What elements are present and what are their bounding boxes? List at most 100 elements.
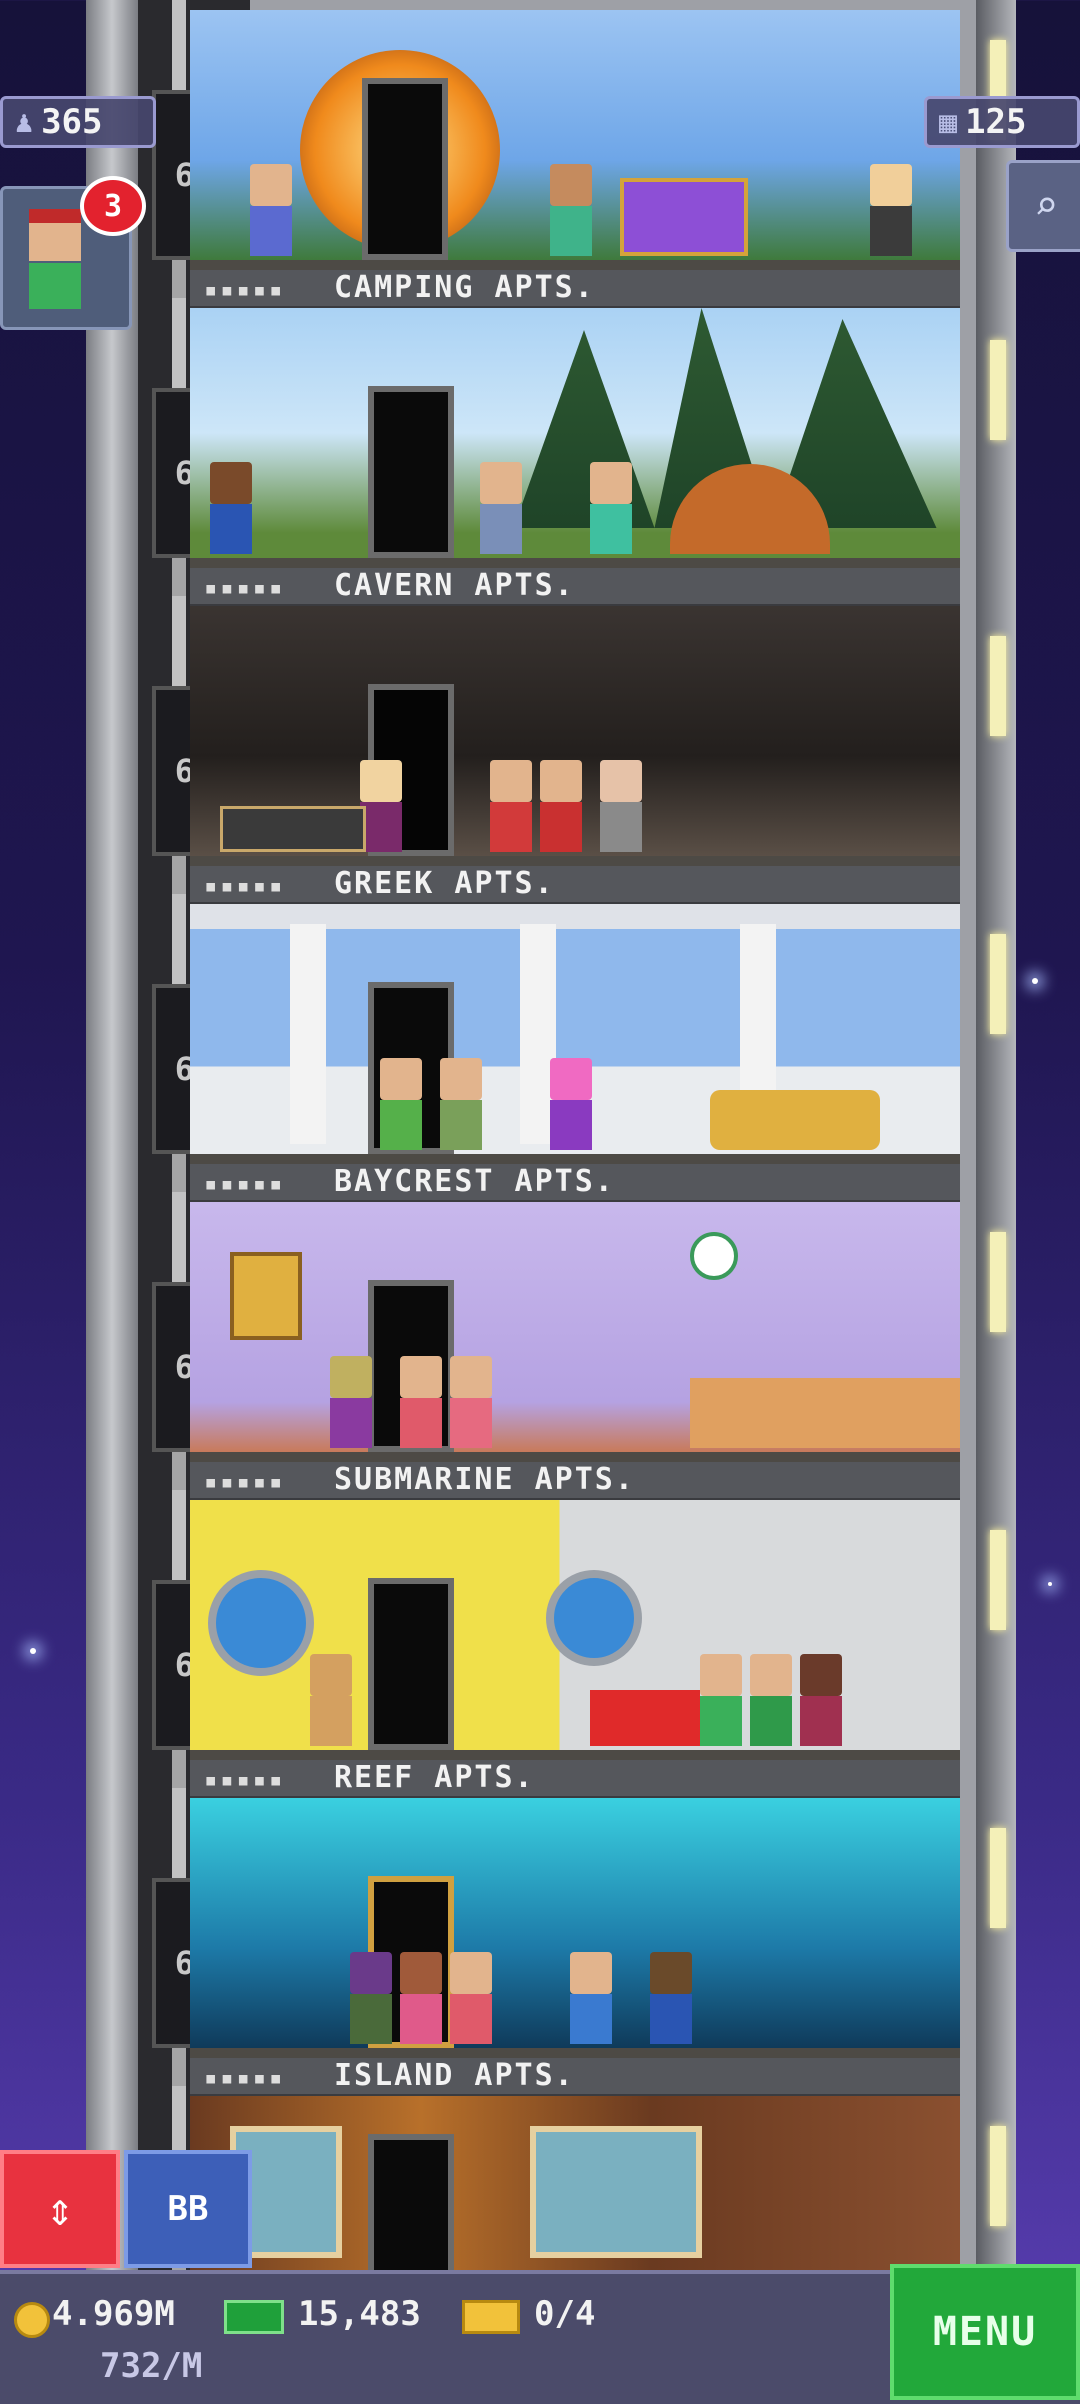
resident[interactable] bbox=[450, 1356, 492, 1448]
floor-name-label: ▪▪▪▪▪ CAMPING APTS. bbox=[190, 270, 960, 309]
star bbox=[1032, 978, 1038, 984]
tower-left-wall bbox=[86, 0, 138, 2270]
bb-button[interactable]: BB bbox=[124, 2150, 252, 2268]
resident[interactable] bbox=[250, 164, 292, 256]
star-rating: ▪▪▪▪▪ bbox=[204, 576, 286, 601]
floor-room[interactable] bbox=[190, 904, 960, 1164]
floor-counter[interactable]: ▦ 125 bbox=[924, 96, 1080, 148]
notification-badge: 3 bbox=[80, 176, 146, 236]
resident[interactable] bbox=[650, 1952, 692, 2044]
resident[interactable] bbox=[350, 1952, 392, 2044]
resident[interactable] bbox=[450, 1952, 492, 2044]
resident[interactable] bbox=[400, 1356, 442, 1448]
resident[interactable] bbox=[870, 164, 912, 256]
resident[interactable] bbox=[590, 462, 632, 554]
elevator-button[interactable]: ⇕ bbox=[0, 2150, 120, 2268]
window bbox=[530, 2126, 702, 2258]
resident[interactable] bbox=[570, 1952, 612, 2044]
floor-room[interactable] bbox=[190, 1202, 960, 1462]
floor-name-label: ▪▪▪▪▪ BAYCREST APTS. bbox=[190, 1164, 960, 1203]
table bbox=[220, 806, 366, 852]
resident[interactable] bbox=[750, 1654, 792, 1746]
bux-icon bbox=[224, 2300, 284, 2334]
floor-63[interactable]: ▪▪▪▪▪ SUBMARINE APTS. bbox=[190, 1462, 960, 1760]
apartment-door[interactable] bbox=[368, 386, 454, 558]
floor-room[interactable] bbox=[190, 308, 960, 568]
porthole bbox=[546, 1570, 642, 1666]
resident[interactable] bbox=[540, 760, 582, 852]
resident[interactable] bbox=[700, 1654, 742, 1746]
floor-room[interactable] bbox=[190, 606, 960, 866]
porthole bbox=[208, 1570, 314, 1676]
resident[interactable] bbox=[360, 760, 402, 852]
tower-window bbox=[990, 1530, 1006, 1630]
coins-value: 4.969M bbox=[52, 2294, 175, 2334]
ticket-icon bbox=[462, 2300, 520, 2334]
floor-name-label: ▪▪▪▪▪ REEF APTS. bbox=[190, 1760, 960, 1799]
person-icon: ♟ bbox=[15, 104, 34, 140]
apartment-door[interactable] bbox=[362, 78, 448, 260]
resident[interactable] bbox=[310, 1654, 352, 1746]
resident[interactable] bbox=[800, 1654, 842, 1746]
star-rating: ▪▪▪▪▪ bbox=[204, 1768, 286, 1793]
tickets-value: 0/4 bbox=[534, 2294, 596, 2334]
resident[interactable] bbox=[210, 462, 252, 554]
up-down-arrows-icon: ⇕ bbox=[46, 2182, 74, 2236]
star-rating: ▪▪▪▪▪ bbox=[204, 874, 286, 899]
menu-button[interactable]: MENU bbox=[890, 2264, 1080, 2400]
floor-room[interactable] bbox=[190, 10, 960, 270]
visitor-body bbox=[29, 263, 81, 309]
tower-window bbox=[990, 636, 1006, 736]
floor-68[interactable] bbox=[190, 0, 960, 270]
wall-painting bbox=[230, 1252, 302, 1340]
floor-65[interactable]: ▪▪▪▪▪ GREEK APTS. bbox=[190, 866, 960, 1164]
column bbox=[290, 924, 326, 1144]
visitor-avatar bbox=[29, 209, 81, 261]
star-rating: ▪▪▪▪▪ bbox=[204, 278, 286, 303]
floors-value: 125 bbox=[965, 102, 1027, 142]
star bbox=[30, 1648, 36, 1654]
tower-window bbox=[990, 1828, 1006, 1928]
apartment-door[interactable] bbox=[368, 1578, 454, 1750]
resident[interactable] bbox=[550, 164, 592, 256]
search-button[interactable]: ⌕ bbox=[1006, 160, 1080, 252]
population-counter[interactable]: ♟ 365 bbox=[0, 96, 156, 148]
coin-icon bbox=[14, 2302, 50, 2338]
kitchen-counter bbox=[690, 1378, 960, 1448]
resident[interactable] bbox=[490, 760, 532, 852]
resident[interactable] bbox=[330, 1356, 372, 1448]
star-rating: ▪▪▪▪▪ bbox=[204, 1172, 286, 1197]
floor-name-label: ▪▪▪▪▪ ISLAND APTS. bbox=[190, 2058, 960, 2097]
floor-66[interactable]: ▪▪▪▪▪ CAVERN APTS. bbox=[190, 568, 960, 866]
sofa bbox=[620, 178, 748, 256]
resident[interactable] bbox=[440, 1058, 482, 1150]
floor-room[interactable] bbox=[190, 1500, 960, 1760]
population-value: 365 bbox=[41, 102, 103, 142]
building-icon: ▦ bbox=[939, 104, 958, 140]
bux-value: 15,483 bbox=[298, 2294, 421, 2334]
floor-name-label: ▪▪▪▪▪ CAVERN APTS. bbox=[190, 568, 960, 607]
sofa bbox=[710, 1090, 880, 1150]
coins-rate: 732/M bbox=[100, 2346, 203, 2386]
resident[interactable] bbox=[380, 1058, 422, 1150]
star bbox=[1048, 1582, 1052, 1586]
floor-64[interactable]: ▪▪▪▪▪ BAYCREST APTS. bbox=[190, 1164, 960, 1462]
search-icon: ⌕ bbox=[1033, 183, 1059, 229]
floor-name-label: ▪▪▪▪▪ SUBMARINE APTS. bbox=[190, 1462, 960, 1501]
floor-room[interactable] bbox=[190, 1798, 960, 2058]
resident[interactable] bbox=[480, 462, 522, 554]
tower-window bbox=[990, 1232, 1006, 1332]
floor-name-label: ▪▪▪▪▪ GREEK APTS. bbox=[190, 866, 960, 905]
tower-window bbox=[990, 2126, 1006, 2226]
star-rating: ▪▪▪▪▪ bbox=[204, 1470, 286, 1495]
resident[interactable] bbox=[600, 760, 642, 852]
floor-67[interactable]: ▪▪▪▪▪ CAMPING APTS. bbox=[190, 270, 960, 568]
resident[interactable] bbox=[400, 1952, 442, 2044]
tower-window bbox=[990, 934, 1006, 1034]
sofa bbox=[590, 1690, 700, 1746]
resident[interactable] bbox=[550, 1058, 592, 1150]
clock-icon bbox=[690, 1232, 738, 1280]
star-rating: ▪▪▪▪▪ bbox=[204, 2066, 286, 2091]
floor-62[interactable]: ▪▪▪▪▪ REEF APTS. bbox=[190, 1760, 960, 2058]
tower-window bbox=[990, 340, 1006, 440]
